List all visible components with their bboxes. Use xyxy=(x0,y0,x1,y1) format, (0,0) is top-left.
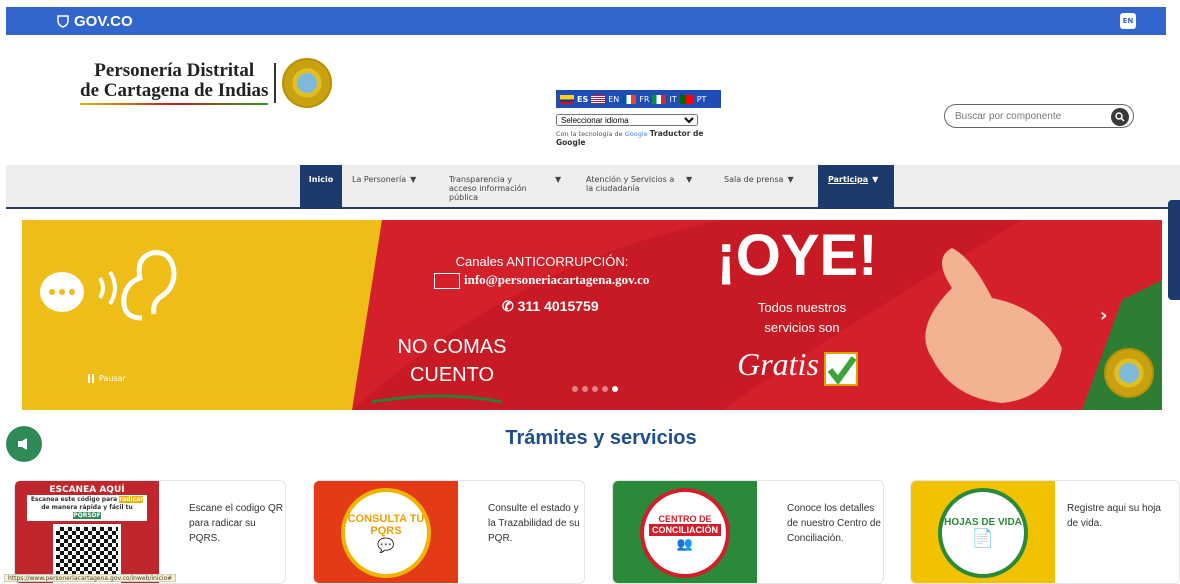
shield-icon xyxy=(57,15,69,28)
service-card-pqrs-qr[interactable]: ESCANEA AQUÍ Escanea este código para ra… xyxy=(14,480,286,584)
oye-headline: ¡OYE! xyxy=(716,223,878,288)
services-line-2: servicios son xyxy=(764,320,840,335)
brand-line-2: de Cartagena de Indias xyxy=(80,80,269,101)
status-bar-url: https://www.personeriacartagena.gov.co/i… xyxy=(4,574,177,582)
chat-bubble-icon xyxy=(40,272,84,312)
conciliacion-badge: CENTRO DE CONCILIACIÓN 👥 xyxy=(640,488,730,578)
nav-participa[interactable]: Participa ▼ xyxy=(818,165,894,209)
checkmark-icon xyxy=(824,352,858,386)
channels-title: Canales ANTICORRUPCIÓN: xyxy=(455,254,629,269)
card-description: Conoce los detalles de nuestro Centro de… xyxy=(787,503,881,544)
gov-co-bar: GOV.CO EN xyxy=(6,7,1166,35)
brand-line-1: Personería Distrital xyxy=(94,60,255,81)
nav-la-personeria[interactable]: La Personería ▼ xyxy=(352,165,442,209)
consulta-pqrs-badge: CONSULTA TU PQRS 💬 xyxy=(341,488,431,578)
lang-pt[interactable]: PT xyxy=(697,95,707,104)
nav-inicio[interactable]: Inicio xyxy=(300,165,342,209)
accessibility-toolbar[interactable] xyxy=(1168,200,1180,300)
service-card-hojas-vida[interactable]: HOJAS DE VIDA 📄 Registre aqui su hoja de … xyxy=(910,480,1180,584)
caret-down-icon: ▼ xyxy=(872,175,879,184)
chat-icon: 💬 xyxy=(377,536,395,553)
nav-atencion[interactable]: Atención y Servicios a la ciudadanía▼ xyxy=(586,165,716,209)
search-icon xyxy=(1115,112,1125,122)
carousel-pause-button[interactable]: Pausar xyxy=(88,374,126,383)
gov-co-label: GOV.CO xyxy=(74,12,133,30)
search-input[interactable]: Buscar por componente xyxy=(955,111,1061,122)
carousel-dot-active[interactable] xyxy=(612,386,618,392)
lang-en[interactable]: EN xyxy=(608,95,619,104)
main-navigation: Inicio La Personería ▼ Transparencia y ac… xyxy=(6,165,1180,209)
flag-portugal-icon[interactable] xyxy=(679,94,694,104)
city-seal-badge xyxy=(1104,348,1154,398)
slogan-line-1: NO COMAS xyxy=(397,336,507,358)
caret-down-icon: ▼ xyxy=(555,175,562,184)
people-icon: 👥 xyxy=(676,536,694,551)
carousel-dots xyxy=(572,386,618,392)
nav-sala-prensa[interactable]: Sala de prensa ▼ xyxy=(724,165,814,209)
section-title: Trámites y servicios xyxy=(505,427,697,449)
gratis-text: Gratis xyxy=(737,346,819,382)
carousel-dot[interactable] xyxy=(602,386,608,392)
city-seal-logo xyxy=(282,58,333,108)
resume-icon: 📄 xyxy=(971,528,995,548)
ear-icon xyxy=(98,250,177,321)
caret-down-icon: ▼ xyxy=(686,175,693,184)
email-contact: info@personeriacartagena.gov.co xyxy=(434,272,684,290)
powered-by: Con la tecnología de Google Traductor de… xyxy=(556,129,704,147)
card-description: Registre aqui su hoja de vida. xyxy=(1067,503,1161,529)
search-button[interactable] xyxy=(1111,108,1129,126)
site-brand[interactable]: Personería Distrital de Cartagena de Ind… xyxy=(80,58,333,108)
hojas-vida-badge: HOJAS DE VIDA 📄 xyxy=(938,488,1028,578)
hero-carousel[interactable]: Canales ANTICORRUPCIÓN: info@personeriac… xyxy=(22,220,1162,410)
pointing-hand-image xyxy=(925,248,1062,403)
carousel-dot[interactable] xyxy=(582,386,588,392)
language-flags: ES EN FR IT PT xyxy=(556,90,721,108)
card-description: Escane el codigo QR para radicar su PQRS… xyxy=(189,503,283,544)
lang-es[interactable]: ES xyxy=(577,95,588,104)
caret-down-icon: ▼ xyxy=(787,175,794,184)
lang-fr[interactable]: FR xyxy=(639,95,649,104)
language-en-button[interactable]: EN xyxy=(1120,13,1136,29)
service-card-consulta-pqrs[interactable]: CONSULTA TU PQRS 💬 Consulte el estado y la… xyxy=(313,480,585,584)
flag-france-icon[interactable] xyxy=(622,94,637,104)
translate-widget: ES EN FR IT PT Seleccionar idioma Con la… xyxy=(556,90,721,147)
carousel-dot[interactable] xyxy=(572,386,578,392)
carousel-next-button[interactable]: › xyxy=(1100,305,1107,326)
caret-down-icon: ▼ xyxy=(410,175,417,184)
language-select[interactable]: Seleccionar idioma xyxy=(556,114,698,126)
qr-image: ESCANEA AQUÍ Escanea este código para ra… xyxy=(15,481,159,583)
pause-icon xyxy=(88,374,94,383)
mail-icon xyxy=(434,273,460,290)
search-box[interactable]: Buscar por componente xyxy=(944,104,1134,128)
flag-italy-icon[interactable] xyxy=(652,94,667,104)
gov-co-logo[interactable]: GOV.CO xyxy=(56,13,133,30)
lang-it[interactable]: IT xyxy=(669,95,676,104)
flag-usa-icon[interactable] xyxy=(591,94,606,104)
brand-name: Personería Distrital de Cartagena de Ind… xyxy=(80,60,269,105)
phone-icon: ✆ xyxy=(502,298,518,314)
nav-transparencia[interactable]: Transparencia y acceso información públi… xyxy=(449,165,569,209)
brand-divider xyxy=(274,63,277,103)
flag-colombia-icon[interactable] xyxy=(560,94,574,104)
services-line-1: Todos nuestros xyxy=(757,300,847,315)
carousel-dot[interactable] xyxy=(592,386,598,392)
service-card-conciliacion[interactable]: CENTRO DE CONCILIACIÓN 👥 Conoce los detall… xyxy=(612,480,884,584)
card-description: Consulte el estado y la Trazabilidad de … xyxy=(488,503,580,544)
phone-contact: ✆ 311 4015759 xyxy=(502,298,599,314)
slogan-line-2: CUENTO xyxy=(409,364,495,386)
